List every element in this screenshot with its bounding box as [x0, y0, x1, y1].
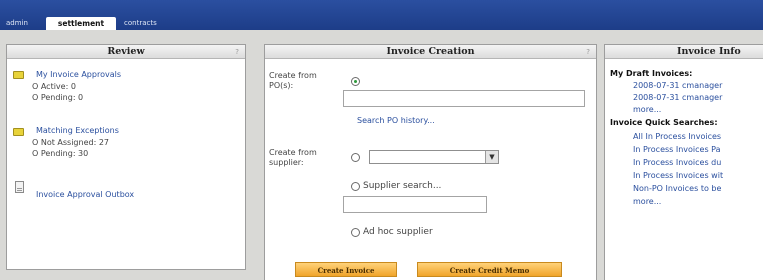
supplier-select[interactable]: ▼ — [369, 150, 499, 164]
search-po-history-link[interactable]: Search PO history... — [357, 116, 435, 125]
top-tab-bar: admin settlement contracts — [0, 0, 763, 30]
review-title: Review — [107, 46, 145, 57]
approvals-pending-count: O Pending: 0 — [32, 93, 84, 102]
invoice-approval-outbox-link[interactable]: Invoice Approval Outbox — [36, 190, 134, 199]
matching-exceptions-link[interactable]: Matching Exceptions — [36, 126, 119, 135]
invoice-info-header: Invoice Info — [605, 45, 763, 59]
invoice-creation-header: Invoice Creation ? — [265, 45, 596, 59]
quick-search-link[interactable]: All In Process Invoices — [633, 132, 721, 141]
quick-search-link[interactable]: In Process Invoices du — [633, 158, 721, 167]
tab-contracts[interactable]: contracts — [120, 17, 180, 30]
folder-icon — [13, 71, 24, 79]
exceptions-not-assigned-count: O Not Assigned: 27 — [32, 138, 109, 147]
exceptions-pending-count: O Pending: 30 — [32, 149, 89, 158]
po-number-input[interactable] — [343, 90, 585, 107]
create-from-supplier-label-line1: Create from — [269, 148, 317, 157]
create-credit-memo-button[interactable]: Create Credit Memo — [417, 262, 562, 277]
tab-admin[interactable]: admin — [2, 17, 44, 30]
review-panel: Review ? My Invoice Approvals O Active: … — [6, 44, 246, 270]
my-invoice-approvals-link[interactable]: My Invoice Approvals — [36, 70, 121, 79]
quick-search-link[interactable]: In Process Invoices wit — [633, 171, 723, 180]
quick-searches-more-link[interactable]: more... — [633, 197, 661, 206]
invoice-info-panel: Invoice Info My Draft Invoices: 2008-07-… — [604, 44, 763, 280]
draft-invoices-more-link[interactable]: more... — [633, 105, 661, 114]
create-from-po-label-line2: PO(s): — [269, 81, 294, 90]
create-from-po-label-line1: Create from — [269, 71, 317, 80]
invoice-creation-title: Invoice Creation — [386, 46, 475, 57]
review-help-icon[interactable]: ? — [235, 45, 239, 59]
draft-invoices-heading: My Draft Invoices: — [610, 69, 693, 78]
supplier-search-input[interactable] — [343, 196, 487, 213]
invoice-creation-help-icon[interactable]: ? — [586, 45, 590, 59]
draft-invoice-link[interactable]: 2008-07-31 cmanager — [633, 81, 722, 90]
create-invoice-button[interactable]: Create Invoice — [295, 262, 397, 277]
approvals-active-count: O Active: 0 — [32, 82, 76, 91]
create-from-po-radio[interactable] — [351, 77, 360, 86]
draft-invoice-link[interactable]: 2008-07-31 cmanager — [633, 93, 722, 102]
invoice-creation-panel: Invoice Creation ? Create from PO(s): Se… — [264, 44, 597, 280]
create-from-supplier-radio[interactable] — [351, 153, 360, 162]
review-panel-header: Review ? — [7, 45, 245, 59]
supplier-search-radio[interactable] — [351, 182, 360, 191]
document-icon — [15, 181, 24, 193]
create-from-supplier-label-line2: supplier: — [269, 158, 304, 167]
quick-search-link[interactable]: In Process Invoices Pa — [633, 145, 721, 154]
tab-settlement[interactable]: settlement — [46, 17, 116, 30]
supplier-search-label: Supplier search... — [363, 181, 442, 191]
chevron-down-icon[interactable]: ▼ — [485, 151, 498, 163]
ad-hoc-supplier-label: Ad hoc supplier — [363, 227, 433, 237]
quick-searches-heading: Invoice Quick Searches: — [610, 118, 718, 127]
folder-icon — [13, 128, 24, 136]
ad-hoc-supplier-radio[interactable] — [351, 228, 360, 237]
invoice-info-title: Invoice Info — [677, 46, 741, 57]
quick-search-link[interactable]: Non-PO Invoices to be — [633, 184, 721, 193]
